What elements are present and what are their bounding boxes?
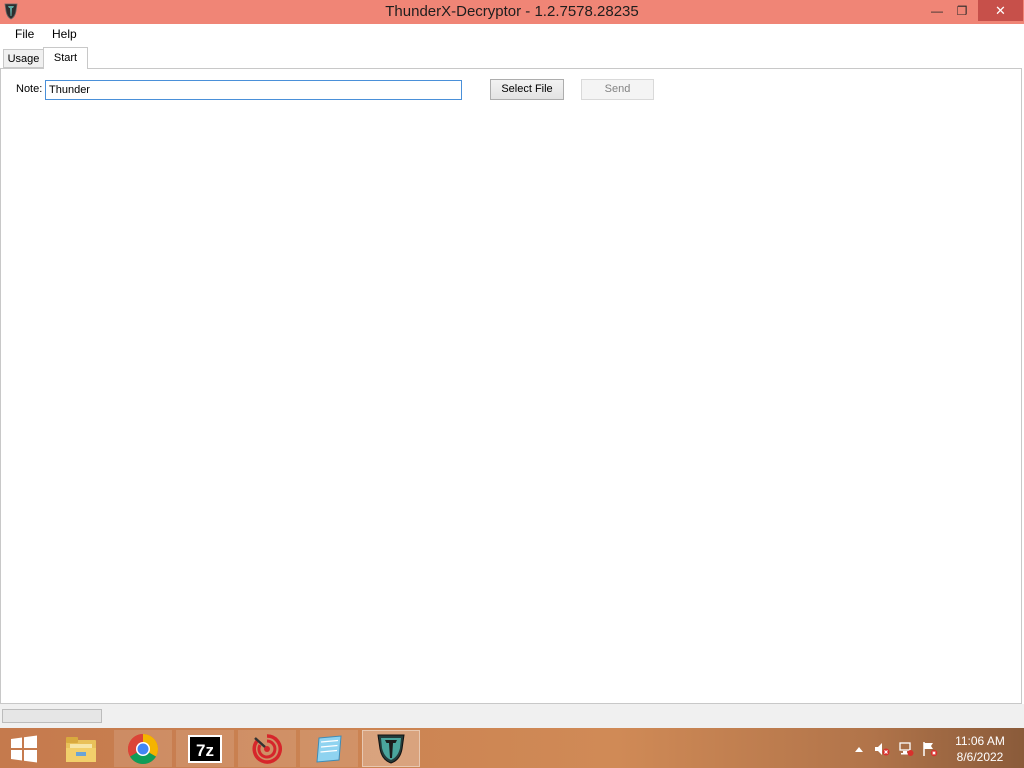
status-bar xyxy=(0,704,1024,728)
red-target-app-icon xyxy=(252,733,282,764)
close-button[interactable]: ✕ xyxy=(978,0,1023,21)
7zip-icon-label: 7z xyxy=(196,741,214,760)
volume-muted-icon[interactable] xyxy=(874,741,890,757)
network-icon[interactable] xyxy=(898,741,914,757)
chrome-icon xyxy=(127,733,159,764)
menu-bar: File Help xyxy=(0,24,1024,45)
tab-panel-start xyxy=(0,68,1022,704)
title-bar[interactable]: ThunderX-Decryptor - 1.2.7578.28235 — ❐ … xyxy=(0,0,1024,24)
clock-date: 8/6/2022 xyxy=(956,750,1004,764)
desktop-screen: ThunderX-Decryptor - 1.2.7578.28235 — ❐ … xyxy=(0,0,1024,768)
tab-strip xyxy=(0,45,1024,68)
menu-help[interactable]: Help xyxy=(52,27,77,41)
tab-start[interactable]: Start xyxy=(43,47,88,69)
maximize-button[interactable]: ❐ xyxy=(950,0,974,21)
window-title: ThunderX-Decryptor - 1.2.7578.28235 xyxy=(385,3,639,20)
note-label: Note: xyxy=(16,83,43,95)
menu-file[interactable]: File xyxy=(15,27,34,41)
system-clock[interactable]: 11:06 AM 8/6/2022 xyxy=(940,733,1020,765)
taskbar-file-explorer[interactable] xyxy=(52,730,110,767)
taskbar-notepad[interactable] xyxy=(300,730,358,767)
show-hidden-icons-icon[interactable] xyxy=(851,741,867,757)
status-progress-bar xyxy=(2,709,102,723)
taskbar-chrome[interactable] xyxy=(114,730,172,767)
send-button[interactable]: Send xyxy=(581,79,654,100)
notepad-icon xyxy=(316,734,342,763)
taskbar-red-app[interactable] xyxy=(238,730,296,767)
7zip-icon: 7z xyxy=(188,734,222,763)
clock-time: 11:06 AM xyxy=(955,734,1005,748)
minimize-button[interactable]: — xyxy=(925,0,949,21)
note-input[interactable] xyxy=(45,80,462,100)
select-file-button[interactable]: Select File xyxy=(490,79,564,100)
taskbar-thunderx-decryptor[interactable] xyxy=(362,730,420,767)
tab-usage[interactable]: Usage xyxy=(3,49,44,68)
file-explorer-icon xyxy=(66,736,96,762)
thunderx-decryptor-icon xyxy=(377,734,405,764)
action-center-flag-icon[interactable] xyxy=(922,741,938,757)
taskbar-7zip[interactable]: 7z xyxy=(176,730,234,767)
windows-start-icon[interactable] xyxy=(8,735,40,763)
